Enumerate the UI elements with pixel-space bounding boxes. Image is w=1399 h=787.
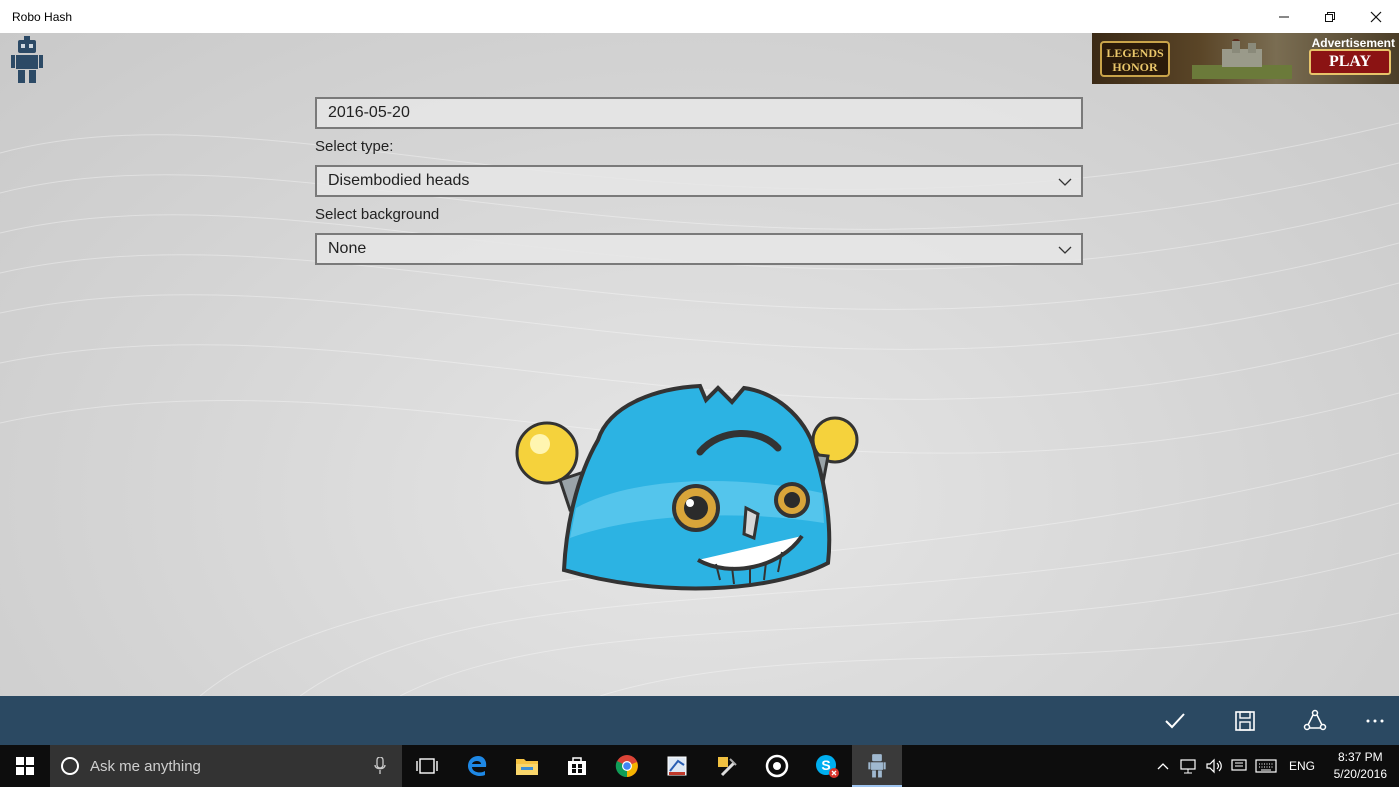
ad-label: Advertisement [1311,36,1395,50]
window-controls [1261,0,1399,33]
ad-game-logo: LEGENDS HONOR [1100,41,1170,77]
taskbar: Ask me anything S ENG 8:37 PM 5/20/2016 [0,745,1399,787]
search-placeholder: Ask me anything [90,757,201,775]
chrome-icon [615,755,638,778]
accept-button[interactable] [1160,706,1190,736]
file-explorer-icon [516,759,538,775]
start-button[interactable] [0,745,50,787]
volume-icon[interactable] [1205,758,1223,774]
advertisement-banner[interactable]: LEGENDS HONOR Advertisement PLAY [1092,33,1399,84]
robot-logo-icon [11,36,43,83]
castle-image [1192,39,1292,79]
taskbar-edge[interactable] [452,745,502,787]
edge-icon [468,756,487,776]
main-content: LEGENDS HONOR Advertisement PLAY 2016-05… [0,33,1399,696]
check-icon [1165,713,1185,729]
system-tray: ENG [1157,745,1315,787]
robohash-icon [868,754,886,778]
chevron-down-icon [1058,178,1072,186]
background-dropdown-value: None [328,240,367,257]
task-view-icon [416,758,438,774]
cortana-search-box[interactable]: Ask me anything [50,745,402,787]
skype-icon: S [816,755,839,778]
more-button[interactable] [1360,706,1390,736]
svg-text:S: S [821,757,830,773]
select-background-label: Select background [315,206,440,223]
hash-text-input[interactable]: 2016-05-20 [315,97,1083,129]
taskbar-skype[interactable]: S [802,745,852,787]
close-icon [1370,11,1382,22]
media-icon [765,754,789,778]
taskbar-chrome[interactable] [602,745,652,787]
minimize-button[interactable] [1261,0,1307,33]
taskbar-robohash[interactable] [852,745,902,787]
type-dropdown[interactable]: Disembodied heads [315,165,1083,197]
background-dropdown[interactable]: None [315,233,1083,265]
save-button[interactable] [1230,706,1260,736]
clock-time: 8:37 PM [1337,750,1383,764]
restore-button[interactable] [1307,0,1353,33]
taskbar-paint[interactable] [652,745,702,787]
restore-icon [1325,11,1335,22]
taskbar-tools[interactable] [702,745,752,787]
microphone-icon[interactable] [374,757,386,775]
settings-form: 2016-05-20 Select type: Disembodied head… [315,97,1083,265]
taskbar-media[interactable] [752,745,802,787]
cortana-icon [61,757,79,775]
chevron-down-icon [1058,246,1072,254]
share-button[interactable] [1300,706,1330,736]
network-icon[interactable] [1179,758,1197,774]
task-view-button[interactable] [402,745,452,787]
paint-icon [667,756,687,776]
ad-play-button[interactable]: PLAY [1309,49,1391,75]
robot-head-image [515,383,859,591]
more-icon [1366,719,1384,723]
notification-icon[interactable] [1231,758,1247,774]
share-icon [1303,709,1327,731]
taskbar-file-explorer[interactable] [502,745,552,787]
language-indicator[interactable]: ENG [1289,759,1315,773]
chevron-up-icon[interactable] [1157,762,1169,770]
save-icon [1235,711,1255,731]
app-command-bar [0,696,1399,745]
clock-date: 5/20/2016 [1333,767,1387,781]
tools-icon [718,757,737,777]
ad-game-name-line2: HONOR [1112,60,1158,74]
select-type-label: Select type: [315,138,394,155]
hash-text-value: 2016-05-20 [328,104,410,121]
type-dropdown-value: Disembodied heads [328,172,470,189]
title-bar: Robo Hash [0,0,1399,33]
ad-game-name-line1: LEGENDS [1106,46,1164,60]
clock[interactable]: 8:37 PM 5/20/2016 [1334,749,1387,783]
close-button[interactable] [1353,0,1399,33]
keyboard-icon[interactable] [1255,759,1277,773]
window-title: Robo Hash [12,9,73,24]
minimize-icon [1279,16,1289,17]
taskbar-store[interactable] [552,745,602,787]
store-icon [568,757,586,775]
windows-logo-icon [16,757,34,775]
